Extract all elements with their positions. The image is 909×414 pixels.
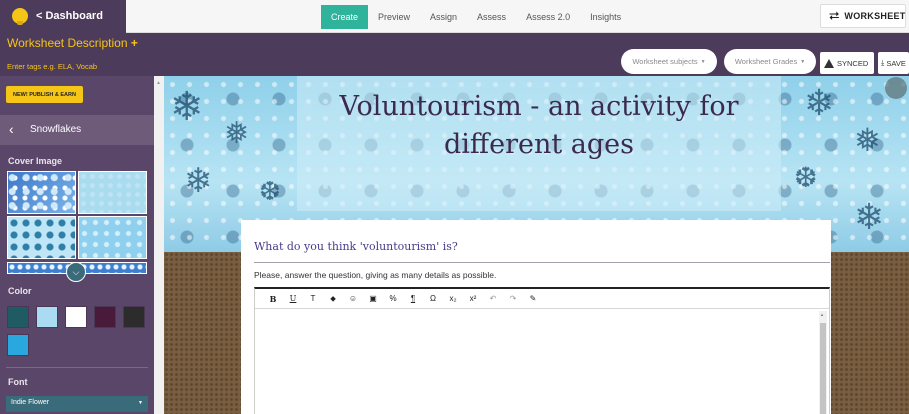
emoji-icon[interactable]: ☺ <box>343 294 363 303</box>
synced-button[interactable]: SYNCED <box>820 52 874 74</box>
publish-earn-button[interactable]: NEW! PUBLISH & EARN <box>6 86 83 103</box>
caret-down-icon: ▼ <box>138 400 143 406</box>
save-button[interactable]: ⤓ SAVE <box>878 52 909 74</box>
snowflake-icon: ❅ <box>224 117 250 150</box>
snowflake-icon: ❆ <box>259 176 281 206</box>
expand-covers-button[interactable]: ⌵ <box>66 262 86 282</box>
omega-icon[interactable]: Ω <box>423 294 443 303</box>
cover-thumbnail[interactable] <box>7 171 76 214</box>
paragraph-icon[interactable]: ¶ <box>403 294 423 303</box>
canvas-scroll-button[interactable] <box>885 77 907 99</box>
worksheet-canvas: ❄ ❅ ❄ ❆ ❄ ❅ ❆ ❄ Voluntourism - an activi… <box>164 76 909 414</box>
tab-assess[interactable]: Assess <box>467 5 516 29</box>
subjects-dropdown[interactable]: Worksheet subjects ▼ <box>621 49 717 74</box>
color-swatch[interactable] <box>123 306 145 328</box>
color-label: Color <box>8 286 32 296</box>
drive-icon <box>824 58 834 68</box>
tab-insights[interactable]: Insights <box>580 5 631 29</box>
answer-editor[interactable]: B U T ⬥ ☺ ▣ % ¶ Ω x₂ x² ↶ ↷ ✎ ▲ <box>254 287 830 414</box>
superscript-icon[interactable]: x² <box>463 294 483 303</box>
text-size-button[interactable]: T <box>303 294 323 303</box>
chevron-left-icon: ‹ <box>9 121 14 137</box>
tab-preview[interactable]: Preview <box>368 5 420 29</box>
snowflake-icon: ❄ <box>170 85 204 129</box>
scroll-up-icon: ▲ <box>156 80 161 86</box>
mode-tabs: Create Preview Assign Assess Assess 2.0 … <box>321 0 631 33</box>
font-value: Indie Flower <box>11 399 50 406</box>
synced-label: SYNCED <box>837 58 869 68</box>
tags-input[interactable]: Enter tags e.g. ELA, Vocab <box>7 62 97 71</box>
theme-name: Snowflakes <box>30 124 82 135</box>
grades-dropdown[interactable]: Worksheet Grades ▼ <box>724 49 816 74</box>
redo-icon[interactable]: ↷ <box>503 294 523 303</box>
worksheet-header: Worksheet Description + Enter tags e.g. … <box>0 33 909 76</box>
title-box[interactable]: Voluntourism - an activity for different… <box>297 76 781 211</box>
subscript-icon[interactable]: x₂ <box>443 294 463 303</box>
top-bar: < Dashboard Create Preview Assign Assess… <box>0 0 909 33</box>
underline-button[interactable]: U <box>283 294 303 303</box>
question-text[interactable]: What do you think 'voluntourism' is? <box>254 240 458 253</box>
scrollbar-thumb[interactable] <box>820 323 826 414</box>
caret-down-icon: ▼ <box>800 58 806 65</box>
snowflake-icon: ❄ <box>184 162 213 200</box>
canvas-scrollbar[interactable]: ▲ <box>154 76 164 414</box>
color-swatch[interactable] <box>94 306 116 328</box>
plus-icon: + <box>130 36 138 50</box>
cover-thumbnail[interactable] <box>78 216 147 259</box>
cover-image-label: Cover Image <box>8 156 63 166</box>
worksheet-description-button[interactable]: Worksheet Description + <box>7 36 138 50</box>
lightbulb-icon <box>12 8 28 25</box>
snowflake-icon: ❄ <box>854 196 885 237</box>
color-swatch[interactable] <box>36 306 58 328</box>
scroll-up-icon: ▲ <box>820 312 824 317</box>
snowflake-icon: ❅ <box>854 122 881 158</box>
question-card: What do you think 'voluntourism' is? Ple… <box>241 220 831 414</box>
link-icon[interactable]: % <box>383 294 403 303</box>
tab-assign[interactable]: Assign <box>420 5 467 29</box>
dashboard-label: < Dashboard <box>36 10 103 22</box>
color-swatch[interactable] <box>7 334 29 356</box>
caret-down-icon: ▼ <box>700 58 706 65</box>
grades-label: Worksheet Grades <box>734 57 798 66</box>
image-icon[interactable]: ▣ <box>363 294 383 303</box>
instructions-text[interactable]: Please, answer the question, giving as m… <box>254 270 496 280</box>
title-line: Voluntourism - an activity for <box>339 91 739 122</box>
color-drop-icon[interactable]: ⬥ <box>323 294 343 304</box>
snowflake-icon: ❄ <box>804 82 835 123</box>
bold-button[interactable]: B <box>263 294 283 304</box>
theme-back-row[interactable]: ‹ Snowflakes <box>0 115 154 145</box>
sidebar: NEW! PUBLISH & EARN ‹ Snowflakes Cover I… <box>0 76 154 414</box>
editor-toolbar: B U T ⬥ ☺ ▣ % ¶ Ω x₂ x² ↶ ↷ ✎ <box>255 289 829 309</box>
tab-assess-2[interactable]: Assess 2.0 <box>516 5 580 29</box>
font-label: Font <box>8 377 28 387</box>
title-line: different ages <box>443 129 634 160</box>
cover-thumbnail[interactable] <box>7 216 76 259</box>
share-icon: ⮂ <box>829 8 840 23</box>
color-swatch[interactable] <box>65 306 87 328</box>
save-label: SAVE <box>886 58 906 68</box>
subjects-label: Worksheet subjects <box>632 57 698 66</box>
cover-thumbnail[interactable] <box>78 171 147 214</box>
divider <box>6 367 148 368</box>
dashboard-button[interactable]: < Dashboard <box>0 0 126 33</box>
description-label: Worksheet Description <box>7 36 128 50</box>
snowflake-icon: ❆ <box>794 162 818 193</box>
color-swatch[interactable] <box>7 306 29 328</box>
tab-create[interactable]: Create <box>321 4 369 29</box>
worksheet-share-button[interactable]: ⮂ WORKSHEET <box>820 4 906 28</box>
eraser-icon[interactable]: ✎ <box>523 294 543 303</box>
font-select[interactable]: Indie Flower ▼ <box>6 396 148 412</box>
divider <box>254 262 830 263</box>
worksheet-label: WORKSHEET <box>844 11 906 21</box>
undo-icon[interactable]: ↶ <box>483 294 503 303</box>
worksheet-title[interactable]: Voluntourism - an activity for different… <box>297 88 781 164</box>
editor-scrollbar[interactable]: ▲ <box>819 311 827 414</box>
